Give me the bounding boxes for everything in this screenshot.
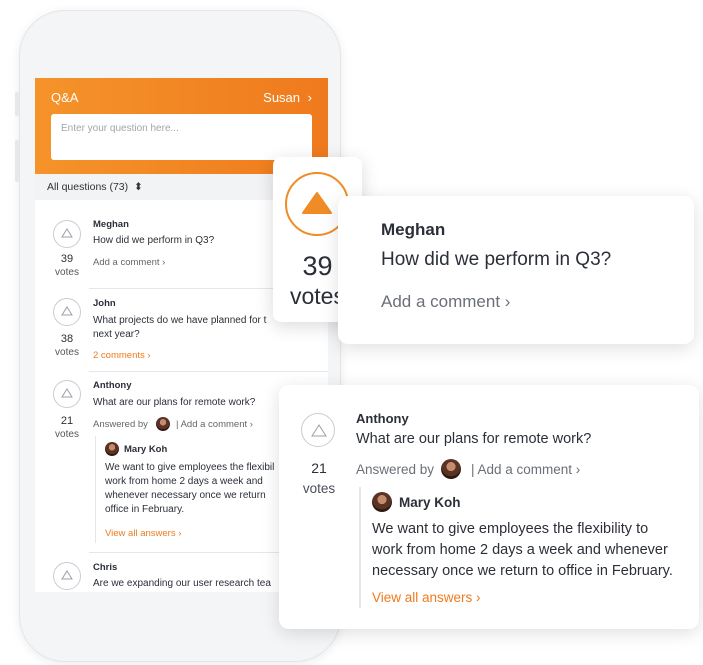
qa-title: Q&A bbox=[51, 90, 79, 105]
question-author: Meghan bbox=[381, 220, 446, 239]
answer-text: work from home 2 days a week and bbox=[105, 476, 263, 487]
avatar bbox=[156, 417, 170, 431]
vote-label: votes bbox=[55, 267, 79, 278]
comments-link[interactable]: 2 comments › bbox=[93, 350, 151, 361]
upvote-button[interactable] bbox=[53, 380, 81, 408]
view-all-answers-link[interactable]: View all answers › bbox=[372, 590, 481, 605]
avatar bbox=[372, 492, 392, 512]
answered-by-label: Answered by bbox=[356, 462, 435, 477]
answer-text: whenever necessary once we return bbox=[105, 490, 266, 501]
upvote-button[interactable] bbox=[301, 413, 335, 447]
answer-author: Mary Koh bbox=[124, 444, 168, 455]
answered-question-card: 21 votes Anthony What are our plans for … bbox=[279, 385, 699, 629]
triangle-up-icon bbox=[61, 570, 73, 580]
view-all-answers-link[interactable]: View all answers › bbox=[105, 528, 181, 539]
add-comment-link[interactable]: Add a comment › bbox=[93, 257, 165, 268]
answer-text: We want to give employees the flexibilit… bbox=[372, 519, 682, 582]
avatar bbox=[105, 442, 119, 456]
answer-line: necessary once we return to office in Fe… bbox=[372, 563, 673, 579]
filter-label: All questions (73) bbox=[47, 181, 129, 193]
question-text-cont: next year? bbox=[93, 329, 140, 340]
question-text: What projects do we have planned for t bbox=[93, 315, 267, 326]
answer-bar bbox=[359, 487, 361, 608]
add-comment-link[interactable]: | Add a comment › bbox=[471, 462, 580, 477]
question-card: Meghan How did we perform in Q3? Add a c… bbox=[338, 196, 694, 344]
sort-icon: ⬍ bbox=[134, 181, 143, 193]
user-name: Susan bbox=[263, 90, 301, 105]
user-menu[interactable]: Susan › bbox=[263, 90, 312, 105]
question-author: Chris bbox=[93, 562, 118, 573]
answer-author: Mary Koh bbox=[399, 495, 461, 510]
phone-side-button bbox=[15, 140, 19, 182]
add-comment-link[interactable]: | Add a comment › bbox=[176, 419, 253, 430]
upvote-button[interactable] bbox=[53, 220, 81, 248]
question-filter-dropdown[interactable]: All questions (73) ⬍ bbox=[47, 181, 143, 193]
question-author: John bbox=[93, 298, 116, 309]
answered-by-label: Answered by bbox=[93, 419, 148, 430]
upvote-button[interactable] bbox=[53, 298, 81, 326]
add-comment-link[interactable]: Add a comment › bbox=[381, 292, 510, 312]
vote-label: votes bbox=[302, 481, 336, 496]
triangle-up-icon bbox=[61, 388, 73, 398]
vote-count: 39 bbox=[60, 253, 74, 265]
question-text: How did we perform in Q3? bbox=[93, 235, 215, 246]
answer-line: We want to give employees the flexibilit… bbox=[372, 521, 649, 537]
question-input[interactable] bbox=[51, 114, 312, 160]
vote-label: votes bbox=[55, 347, 79, 358]
avatar bbox=[441, 459, 461, 479]
question-text: How did we perform in Q3? bbox=[381, 249, 612, 270]
answer-line: work from home 2 days a week and wheneve… bbox=[372, 542, 668, 558]
question-text: What are our plans for remote work? bbox=[93, 397, 256, 408]
answer-bar bbox=[95, 436, 96, 543]
triangle-up-icon bbox=[61, 228, 73, 238]
triangle-up-icon bbox=[302, 192, 332, 214]
vote-count: 21 bbox=[60, 415, 74, 427]
upvote-button[interactable] bbox=[53, 562, 81, 590]
question-author: Anthony bbox=[356, 411, 409, 426]
question-text: What are our plans for remote work? bbox=[356, 431, 592, 447]
divider bbox=[89, 371, 328, 372]
phone-side-button bbox=[15, 92, 19, 116]
triangle-up-icon bbox=[311, 424, 327, 437]
triangle-up-icon bbox=[61, 306, 73, 316]
answer-text: office in February. bbox=[105, 504, 185, 515]
question-author: Meghan bbox=[93, 219, 129, 230]
answer-text: We want to give employees the flexibil bbox=[105, 462, 275, 473]
chevron-right-icon: › bbox=[307, 90, 312, 105]
vote-label: votes bbox=[55, 429, 79, 440]
vote-count: 38 bbox=[60, 333, 74, 345]
question-author: Anthony bbox=[93, 380, 132, 391]
question-text: Are we expanding our user research tea bbox=[93, 578, 271, 589]
vote-count: 21 bbox=[311, 460, 327, 476]
